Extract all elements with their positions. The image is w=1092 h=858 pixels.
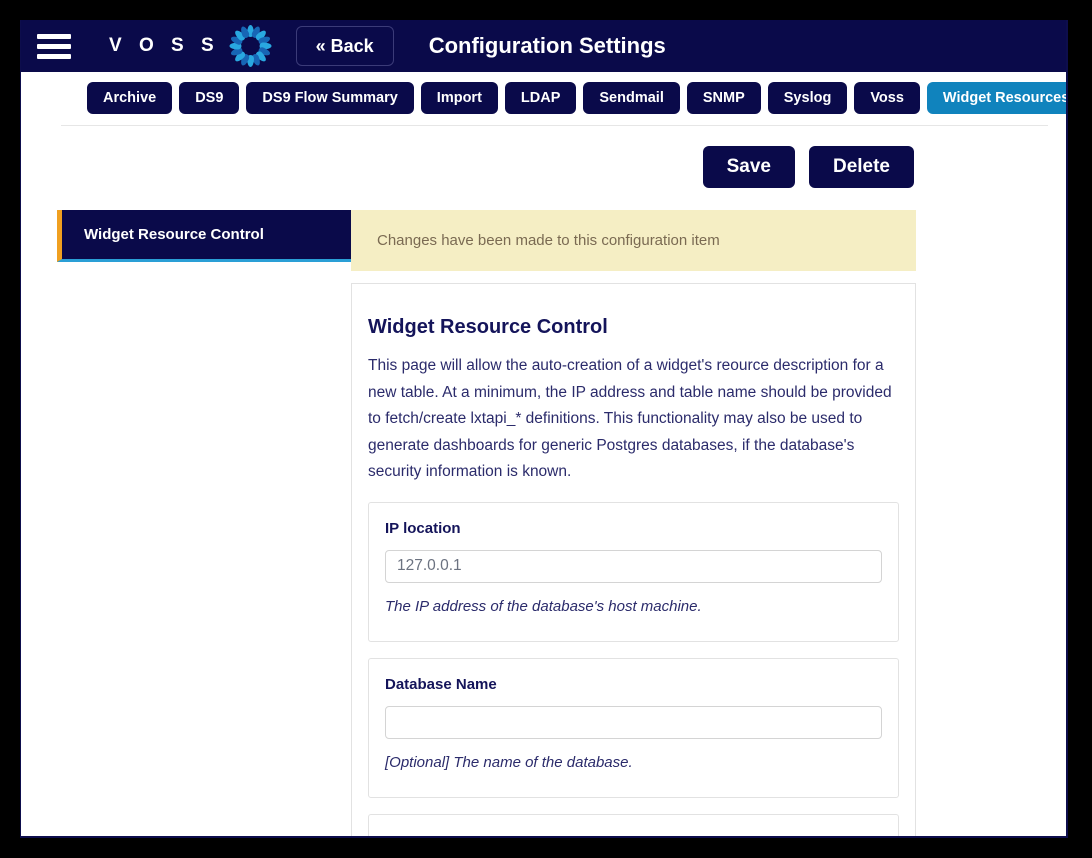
configuration-heading: Widget Resource Control [368, 316, 608, 338]
hamburger-bar-1 [37, 33, 71, 39]
tab-ds9-flow-summary[interactable]: DS9 Flow Summary [246, 82, 414, 114]
tab-ldap[interactable]: LDAP [504, 82, 577, 114]
tab-sendmail[interactable]: Sendmail [583, 82, 680, 114]
hamburger-menu-icon[interactable] [29, 26, 79, 66]
tab-syslog[interactable]: Syslog [767, 82, 848, 114]
field-card-ip-location: IP location The IP address of the databas… [368, 501, 899, 642]
field-input-database-name[interactable] [385, 705, 882, 739]
action-button-row: Save Delete [21, 126, 1066, 188]
content-column: Changes have been made to this configura… [351, 210, 1066, 837]
tab-import[interactable]: Import [420, 82, 498, 114]
sidebar-item-widget-resource-control[interactable]: Widget Resource Control [57, 210, 351, 262]
back-button[interactable]: « Back [295, 26, 394, 66]
hamburger-bar-2 [37, 43, 71, 49]
field-hint-database-name: [Optional] The name of the database. [385, 753, 633, 771]
top-header-bar: V O S S « Back Configuration Settings [21, 20, 1066, 72]
field-input-ip-location[interactable] [385, 549, 882, 583]
configuration-card: Widget Resource Control This page will a… [351, 283, 916, 837]
tab-ds9[interactable]: DS9 [179, 82, 240, 114]
field-hint-ip-location: The IP address of the database's host ma… [385, 597, 702, 615]
tab-widget-resources[interactable]: Widget Resources [926, 82, 1066, 114]
body-area: Widget Resource Control Changes have bee… [21, 188, 1066, 837]
changes-alert-banner: Changes have been made to this configura… [351, 210, 916, 271]
field-label-database-name: Database Name [385, 675, 497, 693]
brand-wordmark: V O S S [109, 35, 220, 56]
tab-voss[interactable]: Voss [854, 82, 920, 114]
configuration-description: This page will allow the auto-creation o… [368, 357, 892, 480]
configuration-tab-strip: Archive DS9 DS9 Flow Summary Import LDAP Send… [21, 72, 1066, 125]
application-window: V O S S « Back Configuration Settings Ar… [20, 20, 1068, 838]
field-list: IP location The IP address of the databas… [368, 501, 899, 837]
delete-button[interactable]: Delete [808, 146, 914, 188]
field-label-ip-location: IP location [385, 519, 461, 537]
save-button[interactable]: Save [702, 146, 795, 188]
sidebar: Widget Resource Control [21, 210, 351, 262]
field-card-database-name: Database Name [Optional] The name of the … [368, 657, 899, 798]
voss-flower-logo-icon [228, 23, 274, 69]
tab-snmp[interactable]: SNMP [686, 82, 761, 114]
field-card-username: username [368, 813, 899, 837]
hamburger-bar-3 [37, 53, 71, 59]
page-title: Configuration Settings [428, 33, 666, 58]
tab-archive[interactable]: Archive [87, 82, 173, 114]
field-label-username: username [385, 832, 882, 837]
